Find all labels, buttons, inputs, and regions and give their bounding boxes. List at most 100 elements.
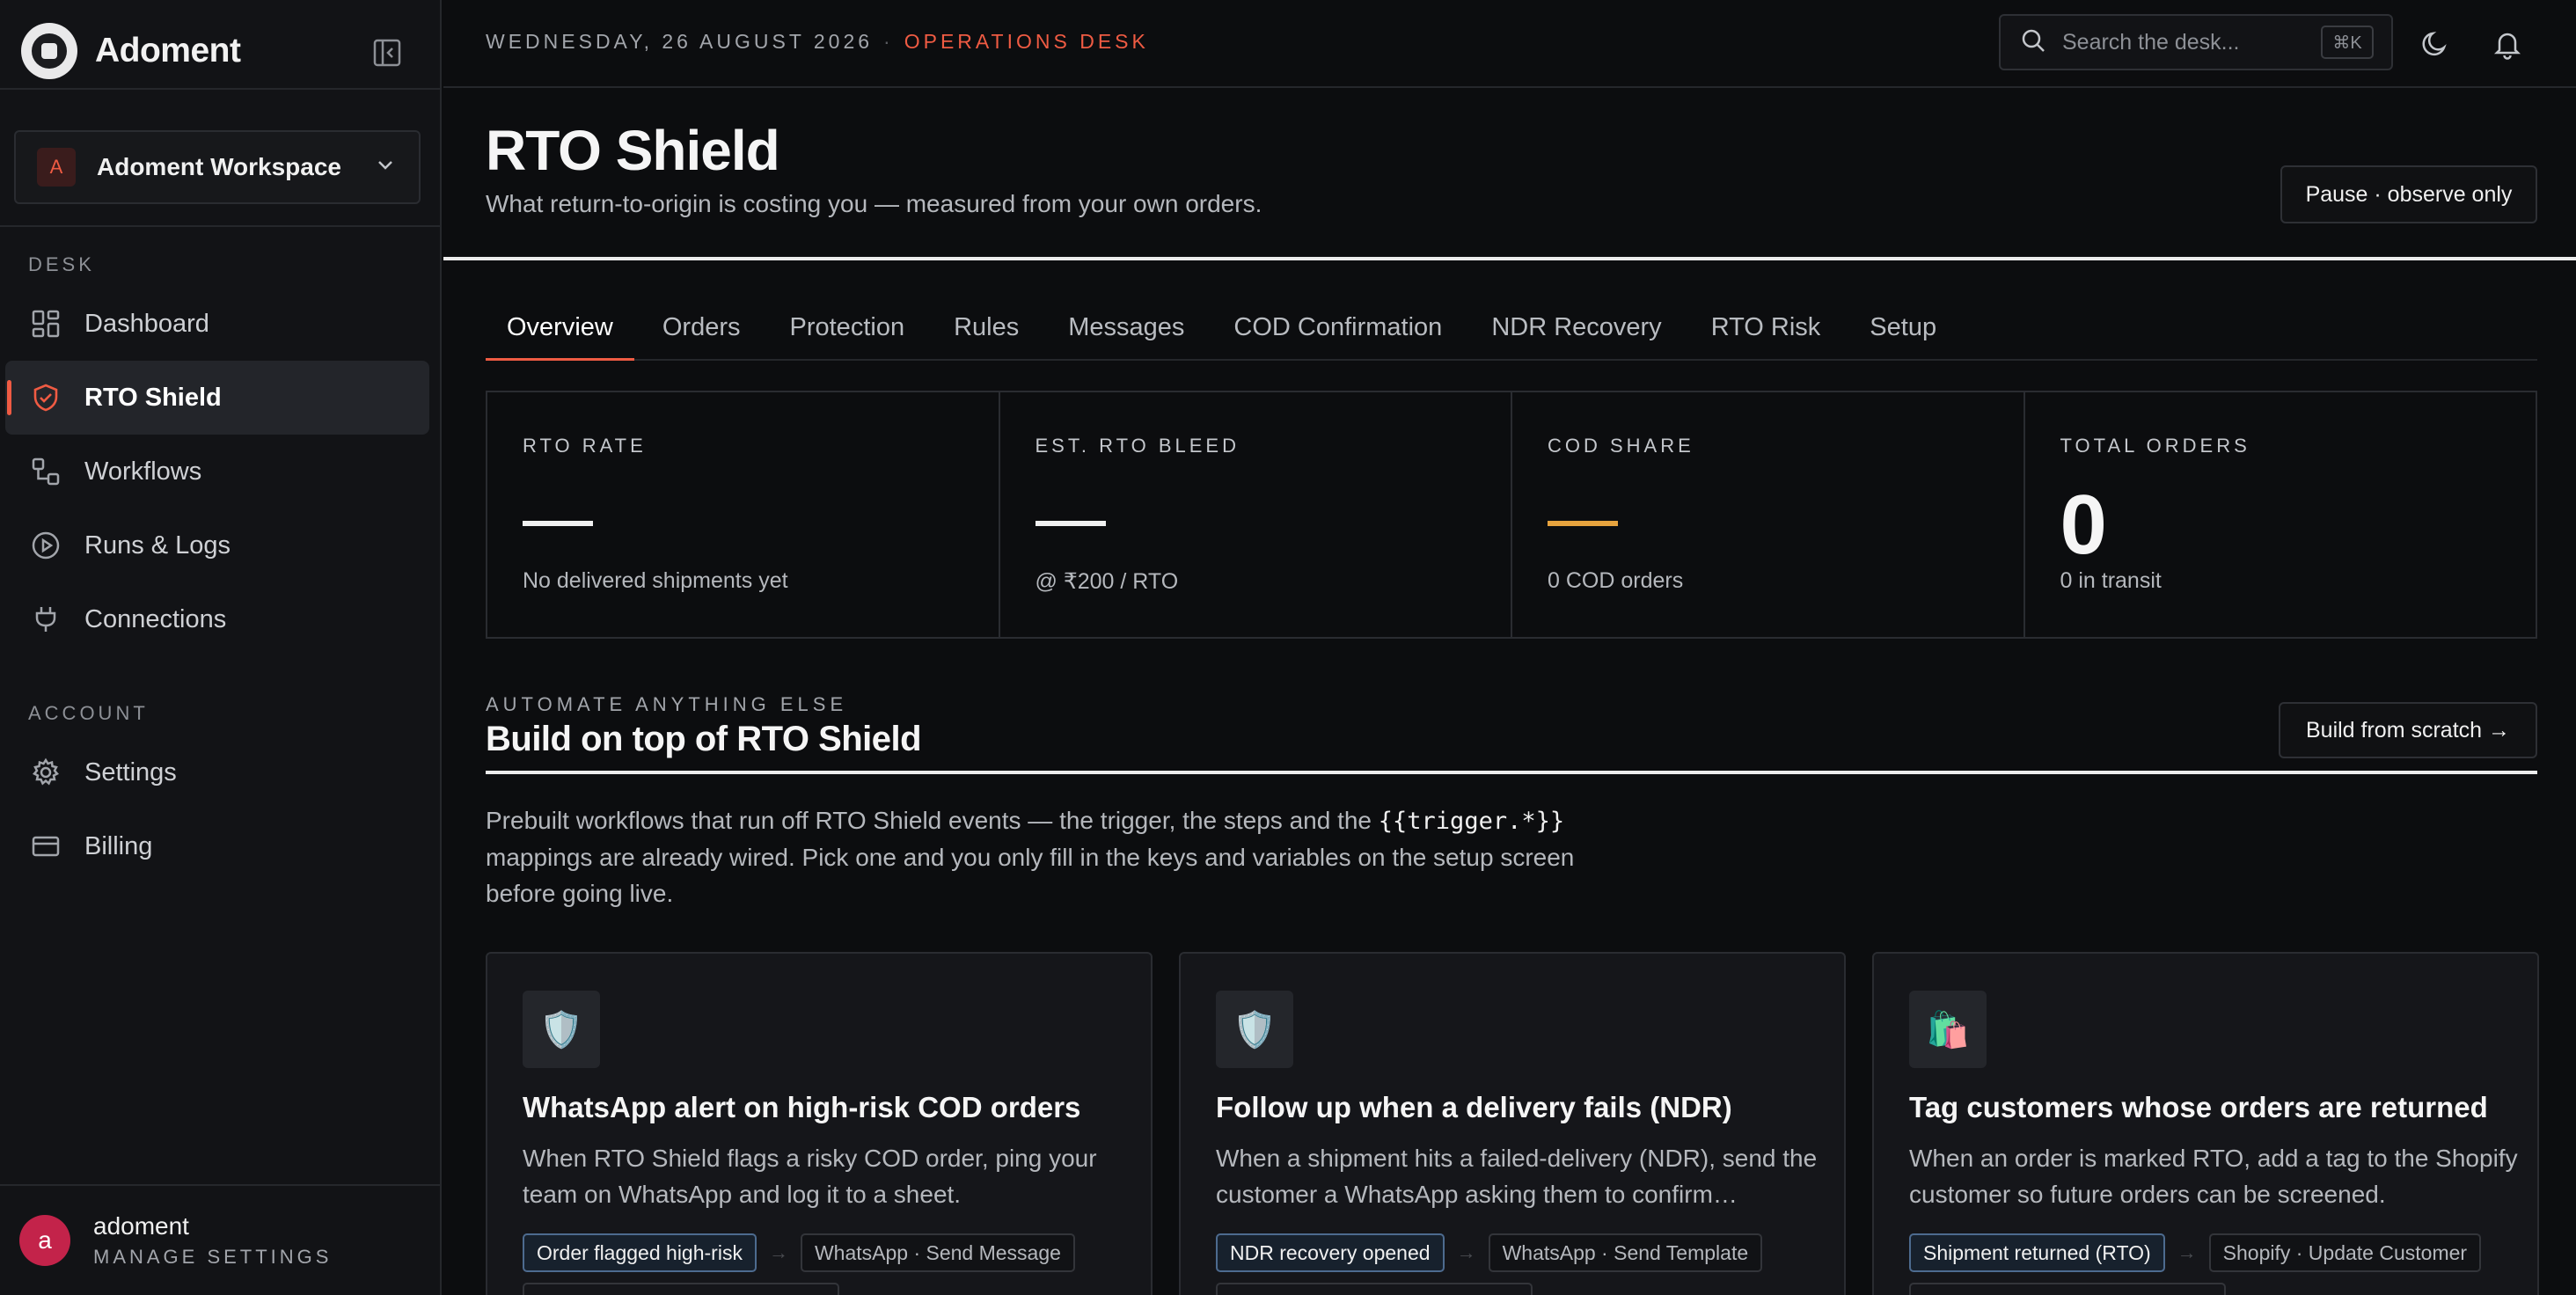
section-label-desk: DESK [28, 253, 95, 275]
workflow-card[interactable]: 🛡️ WhatsApp alert on high-risk COD order… [486, 952, 1153, 1295]
avatar: a [19, 1215, 70, 1266]
stat-label: RTO RATE [523, 435, 647, 457]
divider [0, 88, 442, 90]
tab-overview[interactable]: Overview [486, 296, 634, 361]
intro-text: mappings are already wired. Pick one and… [486, 844, 1575, 907]
trigger-chip: Order flagged high-risk [523, 1233, 757, 1272]
divider [486, 771, 2537, 774]
stat-note: No delivered shipments yet [523, 568, 788, 593]
divider [443, 257, 2576, 260]
card-title: WhatsApp alert on high-risk COD orders [523, 1091, 1081, 1123]
plug-icon [28, 602, 63, 637]
current-date: WEDNESDAY, 26 AUGUST 2026 [486, 30, 874, 53]
sidebar-item-dashboard[interactable]: Dashboard [5, 287, 429, 361]
shortcut-badge: ⌘K [2321, 26, 2374, 59]
empty-value-dash [1035, 521, 1106, 526]
shield-emoji-icon: 🛡️ [1216, 991, 1293, 1068]
date-line: WEDNESDAY, 26 AUGUST 2026 · OPERATIONS DES… [486, 30, 1149, 54]
workspace-name: Adoment Workspace [97, 153, 341, 180]
trigger-chip: Shipment returned (RTO) [1909, 1233, 2165, 1272]
page-title: RTO Shield [486, 119, 780, 182]
step-chip: WhatsApp · Send Template [1488, 1233, 1763, 1272]
arrow-right-icon: → [2177, 1241, 2197, 1263]
user-menu[interactable]: a adoment MANAGE SETTINGS [0, 1184, 442, 1295]
bell-icon[interactable] [2488, 25, 2527, 63]
divider [0, 225, 442, 227]
sidebar-item-label: Dashboard [84, 309, 209, 338]
shield-emoji-icon: 🛡️ [523, 991, 600, 1068]
stat-label: EST. RTO BLEED [1035, 435, 1240, 457]
sidebar-item-label: Workflows [84, 457, 202, 486]
stat-note: @ ₹200 / RTO [1035, 569, 1179, 594]
workspace-selector[interactable]: A Adoment Workspace [14, 130, 421, 204]
collapse-sidebar-icon[interactable] [370, 35, 405, 70]
search-icon [2020, 27, 2046, 58]
workflow-steps: NDR recovery opened → WhatsApp · Send Te… [1216, 1233, 1763, 1272]
section-label-account: ACCOUNT [28, 702, 149, 724]
tab-protection[interactable]: Protection [769, 296, 926, 361]
sidebar-item-billing[interactable]: Billing [5, 809, 429, 883]
stat-note: 0 COD orders [1548, 568, 1684, 593]
topbar: WEDNESDAY, 26 AUGUST 2026 · OPERATIONS DES… [443, 0, 2576, 88]
play-circle-icon [28, 528, 63, 563]
tab-setup[interactable]: Setup [1848, 296, 1958, 361]
workflow-card[interactable]: 🛍️ Tag customers whose orders are return… [1872, 952, 2539, 1295]
pause-observe-button[interactable]: Pause · observe only [2280, 165, 2537, 223]
sidebar-item-connections[interactable]: Connections [5, 582, 429, 656]
tab-messages[interactable]: Messages [1047, 296, 1205, 361]
card-description: When a shipment hits a failed-delivery (… [1216, 1145, 1818, 1208]
workspace-avatar: A [37, 148, 76, 187]
logo-icon [21, 23, 77, 79]
search-input[interactable]: Search the desk... ⌘K [1999, 14, 2393, 70]
sidebar-item-workflows[interactable]: Workflows [5, 435, 429, 508]
sidebar-item-settings[interactable]: Settings [5, 735, 429, 809]
stat-total-orders: TOTAL ORDERS 0 0 in transit [2025, 392, 2536, 637]
chevron-down-icon [373, 153, 398, 182]
sidebar-item-label: RTO Shield [84, 383, 222, 412]
workflow-icon [28, 454, 63, 489]
tab-ndr-recovery[interactable]: NDR Recovery [1470, 296, 1682, 361]
stat-note: 0 in transit [2060, 568, 2162, 593]
tab-rules[interactable]: Rules [933, 296, 1040, 361]
build-from-scratch-button[interactable]: Build from scratch → [2279, 702, 2537, 758]
tab-orders[interactable]: Orders [641, 296, 762, 361]
stat-label: COD SHARE [1548, 435, 1694, 457]
step-chip [1216, 1283, 1533, 1295]
separator: · [883, 30, 894, 53]
credit-card-icon [28, 829, 63, 864]
trigger-chip: NDR recovery opened [1216, 1233, 1445, 1272]
section-title: Build on top of RTO Shield [486, 720, 922, 758]
shield-icon [28, 380, 63, 415]
card-title: Tag customers whose orders are returned [1909, 1091, 2488, 1123]
manage-settings-link[interactable]: MANAGE SETTINGS [93, 1246, 332, 1269]
card-title: Follow up when a delivery fails (NDR) [1216, 1091, 1732, 1123]
workflow-card[interactable]: 🛡️ Follow up when a delivery fails (NDR)… [1179, 952, 1846, 1295]
workflow-steps: Shipment returned (RTO) → Shopify · Upda… [1909, 1233, 2482, 1272]
dashboard-icon [28, 306, 63, 341]
search-placeholder: Search the desk... [2062, 29, 2240, 55]
workflow-steps: Order flagged high-risk → WhatsApp · Sen… [523, 1233, 1075, 1272]
step-chip: Shopify · Update Customer [2208, 1233, 2482, 1272]
card-description: When RTO Shield flags a risky COD order,… [523, 1145, 1097, 1208]
sidebar-item-runs-logs[interactable]: Runs & Logs [5, 508, 429, 582]
theme-toggle-moon-icon[interactable] [2416, 25, 2455, 63]
sidebar-item-label: Runs & Logs [84, 530, 231, 560]
sidebar-item-label: Billing [84, 831, 153, 860]
sidebar-item-label: Settings [84, 757, 177, 787]
empty-value-dash [523, 521, 593, 526]
stat-value: 0 [2060, 478, 2107, 572]
shopping-bags-icon: 🛍️ [1909, 991, 1987, 1068]
tab-rto-risk[interactable]: RTO Risk [1690, 296, 1842, 361]
empty-value-dash [1548, 521, 1618, 526]
tab-cod-confirmation[interactable]: COD Confirmation [1212, 296, 1463, 361]
sidebar: Adoment A Adoment Workspace DESK Dashboa… [0, 0, 442, 1295]
stats-panel: RTO RATE No delivered shipments yet EST.… [486, 391, 2537, 639]
section-intro: Prebuilt workflows that run off RTO Shie… [486, 802, 1629, 911]
arrow-right-icon: → [768, 1241, 788, 1263]
stat-label: TOTAL ORDERS [2060, 435, 2250, 457]
sidebar-item-rto-shield[interactable]: RTO Shield [5, 361, 429, 435]
step-chip [1909, 1283, 2226, 1295]
user-name: adoment [93, 1212, 189, 1240]
gear-icon [28, 755, 63, 790]
brand[interactable]: Adoment [21, 23, 241, 79]
